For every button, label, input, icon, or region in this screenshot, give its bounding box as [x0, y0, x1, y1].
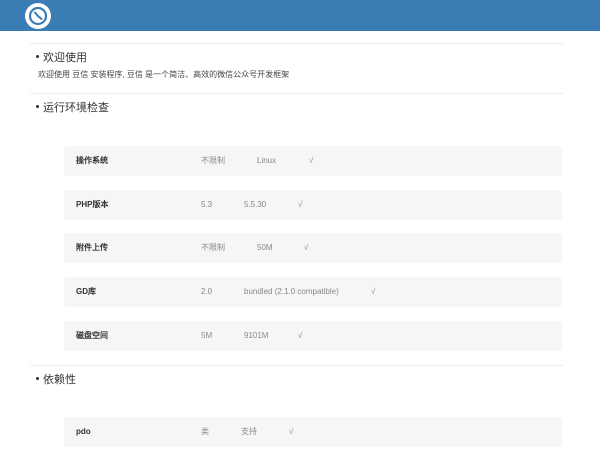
bullet-icon: [36, 376, 39, 380]
env-required: 5M: [201, 331, 213, 340]
divider: [30, 43, 563, 44]
divider: [30, 93, 563, 94]
env-row-gd: GD库 2.0 bundled (2.1.0 compatible) √: [64, 277, 562, 307]
bullet-icon: [36, 104, 39, 108]
env-row-php: PHP版本 5.3 5.5.30 √: [64, 190, 562, 220]
env-current: Linux: [257, 156, 277, 165]
check-icon: √: [289, 427, 294, 436]
env-current: 5.5.30: [244, 200, 267, 209]
dependency-type: 类: [201, 427, 209, 436]
app-header: [0, 0, 600, 31]
env-row-disk: 磁盘空间 5M 9101M √: [64, 321, 562, 351]
env-name: 操作系统: [76, 156, 108, 165]
env-name: 磁盘空间: [76, 331, 108, 340]
divider: [30, 365, 563, 366]
env-name: GD库: [76, 287, 96, 296]
env-current: 50M: [257, 243, 273, 252]
env-current: bundled (2.1.0 compatible): [244, 287, 339, 296]
dependency-row-pdo: pdo 类 支持 √: [64, 417, 562, 447]
welcome-title-text: 欢迎使用: [43, 52, 87, 64]
env-current: 9101M: [244, 331, 269, 340]
env-row-os: 操作系统 不限制 Linux √: [64, 146, 562, 176]
check-icon: √: [309, 156, 314, 165]
dependency-name: pdo: [76, 427, 91, 436]
env-required: 不限制: [201, 156, 225, 165]
env-name: PHP版本: [76, 200, 109, 209]
check-icon: √: [304, 243, 309, 252]
dependency-title-text: 依赖性: [43, 374, 76, 386]
compass-logo-icon[interactable]: [25, 3, 51, 29]
env-required: 不限制: [201, 243, 225, 252]
env-required: 5.3: [201, 200, 213, 209]
env-name: 附件上传: [76, 243, 108, 252]
check-icon: √: [298, 331, 303, 340]
welcome-description: 欢迎使用 豆信 安装程序, 豆信 是一个简洁、高效的微信公众号开发框架: [38, 70, 290, 79]
dependency-support: 支持: [241, 427, 257, 436]
env-check-section-title: 运行环境检查: [36, 101, 109, 115]
check-icon: √: [298, 200, 303, 209]
bullet-icon: [36, 54, 39, 58]
env-check-title-text: 运行环境检查: [43, 102, 109, 114]
env-required: 2.0: [201, 287, 213, 296]
welcome-section-title: 欢迎使用: [36, 51, 87, 65]
env-row-upload: 附件上传 不限制 50M √: [64, 233, 562, 263]
check-icon: √: [371, 287, 376, 296]
dependency-section-title: 依赖性: [36, 373, 76, 387]
